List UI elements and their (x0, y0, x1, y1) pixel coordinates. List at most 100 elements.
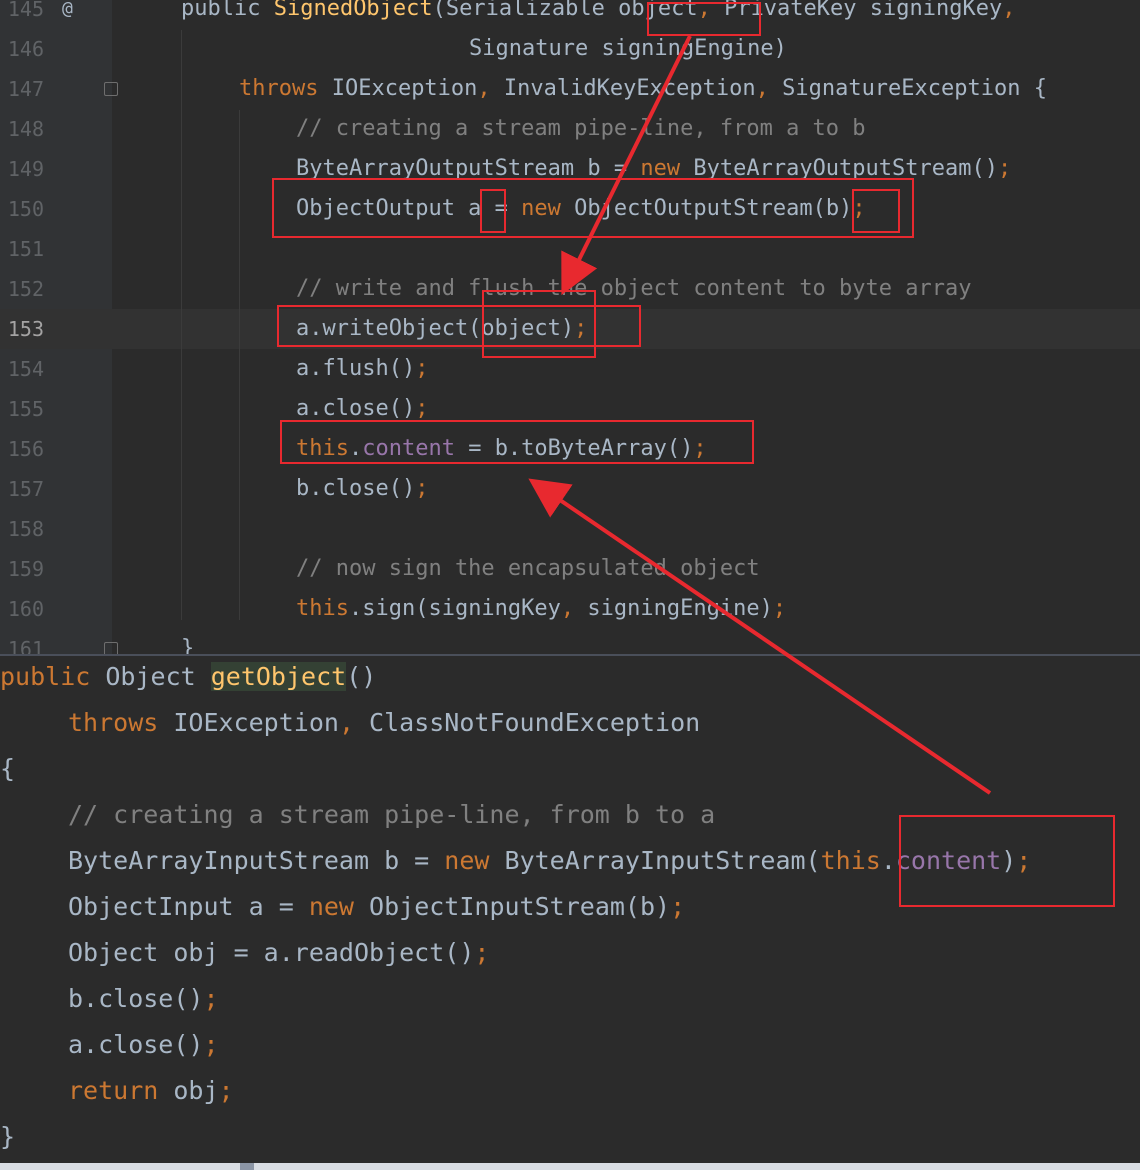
line-number: 145 (7, 0, 44, 21)
code-token: ; (1016, 846, 1032, 875)
code-line[interactable]: 158 (0, 509, 1140, 549)
code-token: getObject (210, 662, 347, 691)
code-line[interactable]: 148 // creating a stream pipe-line, from … (0, 109, 1140, 149)
code-token: { (0, 754, 16, 783)
code-token: a.flush() (296, 356, 416, 381)
code-line[interactable]: 153 a.writeObject(object); (0, 309, 1140, 349)
code-token: this (820, 846, 881, 875)
code-token: a.close() (68, 1030, 204, 1059)
code-token: ; (415, 476, 429, 501)
line-number: 158 (7, 517, 44, 541)
editor-pane-signed-object[interactable]: 145 @ public SignedObject(Serializable obj… (0, 0, 1140, 654)
code-token: public (0, 662, 106, 691)
code-token: , (1002, 0, 1016, 21)
code-line[interactable]: } (0, 1114, 15, 1160)
code-line[interactable]: b.close(); (68, 976, 219, 1022)
code-token: = b.toByteArray() (454, 436, 694, 461)
code-token: ; (415, 356, 429, 381)
code-line[interactable]: 146 Signature signingEngine) (0, 29, 1140, 69)
code-token: return (68, 1076, 174, 1105)
line-number: 151 (7, 237, 44, 261)
code-token: . (348, 436, 363, 461)
code-line[interactable]: 151 (0, 229, 1140, 269)
code-token: ; (203, 984, 219, 1013)
code-token: , (755, 76, 783, 101)
line-number: 161 (7, 637, 44, 654)
code-line[interactable]: 157 b.close(); (0, 469, 1140, 509)
code-line[interactable]: 154 a.flush(); (0, 349, 1140, 389)
code-token: ByteArrayOutputStream b = (296, 156, 641, 181)
code-text: // write and flush the object content to… (296, 269, 972, 309)
code-text: b.close(); (296, 469, 428, 509)
code-line[interactable]: a.close(); (68, 1022, 219, 1068)
code-text: } (181, 629, 194, 654)
code-token: // creating a stream pipe-line, from a t… (296, 116, 866, 141)
line-number: 160 (7, 597, 44, 621)
code-line[interactable]: 147 throws IOException, InvalidKeyExcepti… (0, 69, 1140, 109)
code-line[interactable]: 159 // now sign the encapsulated object (0, 549, 1140, 589)
code-text: this.content = b.toByteArray(); (296, 429, 707, 469)
code-text: // creating a stream pipe-line, from a t… (296, 109, 866, 149)
code-token: ; (772, 596, 787, 621)
code-token: SignedObject (273, 0, 433, 21)
code-token: content (362, 436, 455, 461)
code-line[interactable]: 152 // write and flush the object content… (0, 269, 1140, 309)
code-text: this.sign(signingKey, signingEngine); (296, 589, 786, 629)
code-token: new (521, 196, 575, 221)
indent-guide (181, 30, 182, 620)
line-number: 152 (7, 277, 44, 301)
code-token: (Serializable object (432, 0, 698, 21)
code-line[interactable]: 150 ObjectOutput a = new ObjectOutputStre… (0, 189, 1140, 229)
code-line[interactable]: public Object getObject() (0, 656, 377, 700)
editor-pane-get-object[interactable]: public Object getObject() throws IOExcept… (0, 654, 1140, 1170)
code-line[interactable]: ObjectInput a = new ObjectInputStream(b)… (68, 884, 685, 930)
code-token: PrivateKey signingKey (710, 0, 1003, 21)
status-strip-scroll-thumb[interactable] (240, 1163, 254, 1170)
code-token: () (346, 662, 377, 691)
code-line[interactable]: // creating a stream pipe-line, from b t… (68, 792, 715, 838)
code-line[interactable]: throws IOException, ClassNotFoundExcepti… (68, 700, 700, 746)
code-token: ; (693, 436, 707, 461)
status-strip (0, 1163, 1140, 1170)
code-line[interactable]: 156 this.content = b.toByteArray(); (0, 429, 1140, 469)
code-token: ObjectOutputStream(b) (574, 196, 853, 221)
line-number: 156 (7, 437, 44, 461)
code-token: b.close() (296, 476, 416, 501)
code-text: a.writeObject(object); (296, 309, 587, 349)
code-token: new (308, 892, 370, 921)
code-token: this (296, 436, 349, 461)
code-token: throws (68, 708, 174, 737)
code-line[interactable]: 160 this.sign(signingKey, signingEngine); (0, 589, 1140, 629)
code-line[interactable]: 149 ByteArrayOutputStream b = new ByteArr… (0, 149, 1140, 189)
code-token: new (640, 156, 694, 181)
code-line[interactable]: Object obj = a.readObject(); (68, 930, 489, 976)
override-marker-icon[interactable]: @ (62, 0, 73, 29)
code-line[interactable]: return obj; (68, 1068, 234, 1114)
code-line[interactable]: 161} (0, 629, 1140, 654)
code-line[interactable]: ByteArrayInputStream b = new ByteArrayIn… (68, 838, 1031, 884)
code-token: this (296, 596, 349, 621)
code-text: a.flush(); (296, 349, 428, 389)
code-token: , (477, 76, 504, 101)
code-line[interactable]: 145 @ public SignedObject(Serializable obj… (0, 0, 1140, 29)
code-token: // write and flush the object content to… (296, 276, 972, 301)
code-token: , (560, 596, 588, 621)
code-token: ; (218, 1076, 234, 1105)
line-number: 159 (7, 557, 44, 581)
code-token: ; (415, 396, 429, 421)
code-token: ; (474, 938, 490, 967)
code-token: .sign(signingKey (348, 596, 561, 621)
fold-open-icon[interactable] (104, 82, 118, 96)
code-token: ObjectInputStream(b) (369, 892, 671, 921)
code-line[interactable]: { (0, 746, 15, 792)
line-number: 147 (7, 77, 44, 101)
code-text: a.close(); (296, 389, 428, 429)
code-text: ByteArrayOutputStream b = new ByteArrayO… (296, 149, 1011, 189)
code-token: ; (574, 316, 588, 341)
fold-close-icon[interactable] (104, 642, 118, 654)
line-number: 146 (7, 37, 44, 61)
line-number: 149 (7, 157, 44, 181)
code-token: ; (998, 156, 1012, 181)
code-token: ObjectOutput a = (296, 196, 522, 221)
code-line[interactable]: 155 a.close(); (0, 389, 1140, 429)
